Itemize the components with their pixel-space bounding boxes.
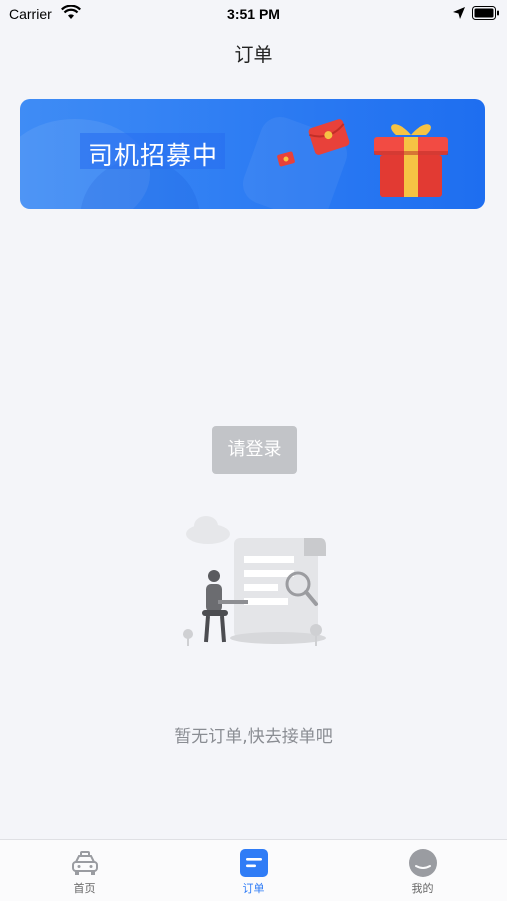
- driver-recruit-banner[interactable]: 司机招募中: [20, 99, 485, 209]
- red-envelope-small-icon: [277, 151, 295, 167]
- page-title: 订单: [234, 44, 273, 66]
- empty-orders-illustration: [178, 512, 334, 652]
- tab-bar: 首页 订单 我的: [0, 839, 507, 901]
- tab-label: 我的: [411, 882, 434, 895]
- battery-icon: [472, 6, 500, 23]
- tab-label: 首页: [73, 882, 96, 895]
- order-list-icon: [239, 848, 269, 878]
- banner-label: 司机招募中: [88, 141, 219, 170]
- navigation-bar: 订单: [0, 30, 507, 74]
- empty-state-message: 暂无订单,快去接单吧: [174, 727, 333, 747]
- gift-box-icon: [374, 124, 448, 197]
- tab-orders[interactable]: 订单: [169, 840, 338, 901]
- clock-time: 3:51 PM: [227, 6, 280, 22]
- status-bar: Carrier 3:51 PM: [0, 0, 507, 28]
- tab-profile[interactable]: 我的: [338, 840, 507, 901]
- profile-face-icon: [408, 848, 438, 878]
- location-arrow-icon: [452, 6, 466, 23]
- car-icon: [70, 848, 100, 878]
- red-envelope-icon: [308, 119, 350, 155]
- tab-label: 订单: [242, 882, 265, 895]
- login-button[interactable]: 请登录: [212, 426, 297, 474]
- tab-home[interactable]: 首页: [0, 840, 169, 901]
